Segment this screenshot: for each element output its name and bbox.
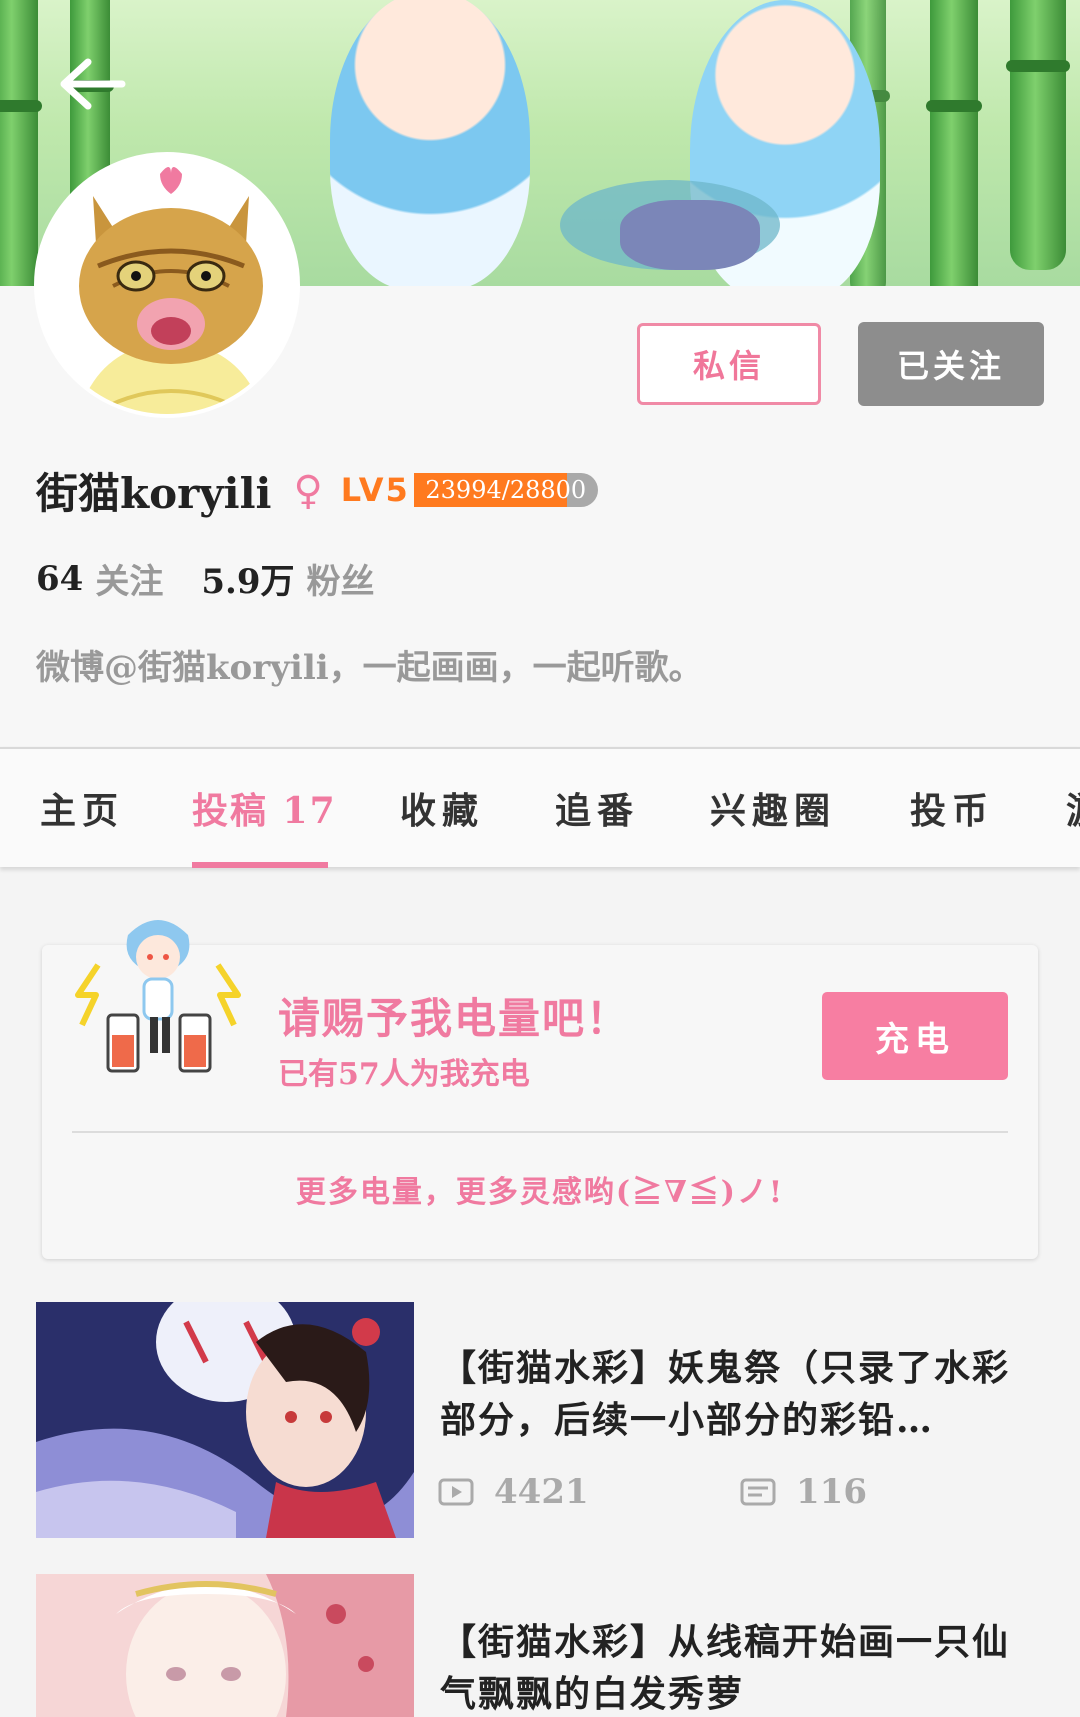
divider: [72, 1131, 1008, 1133]
danmaku-count: 116: [796, 1472, 867, 1512]
followers-label: 粉丝: [306, 562, 375, 602]
bamboo-decoration: [926, 0, 982, 286]
tab-bangumi[interactable]: 追番: [555, 749, 639, 867]
bio-text: 微博@街猫koryili，一起画画，一起听歌。: [36, 648, 703, 688]
followed-button[interactable]: 已关注: [858, 322, 1044, 406]
following-count: 64: [36, 558, 84, 599]
play-icon: [438, 1478, 474, 1506]
tab-coins[interactable]: 投币: [910, 749, 994, 867]
video-list-item[interactable]: 【街猫水彩】从线稿开始画一只仙气飘飘的白发秀萝: [36, 1574, 1046, 1717]
following-label: 关注: [95, 562, 164, 602]
banner-rocks: [620, 200, 760, 270]
tab-games[interactable]: 游: [1066, 749, 1080, 867]
charge-card: 请赐予我电量吧！ 已有57人为我充电 充电 更多电量，更多灵感哟(≧∇≦)ノ!: [42, 920, 1038, 1259]
video-thumbnail-image: [36, 1302, 414, 1538]
tab-favorites[interactable]: 收藏: [400, 749, 484, 867]
danmaku-icon: [740, 1478, 776, 1506]
tab-uploads[interactable]: 投稿 17: [192, 749, 337, 867]
following-stat[interactable]: 64 关注: [36, 554, 163, 603]
charge-title: 请赐予我电量吧！: [278, 994, 631, 1043]
charge-footer-text: 更多电量，更多灵感哟(≧∇≦)ノ!: [295, 1175, 785, 1210]
female-icon: ♀: [293, 466, 323, 514]
charge-button[interactable]: 充电: [822, 992, 1008, 1080]
tab-interest-circle[interactable]: 兴趣圈: [710, 749, 836, 867]
exp-progress-text: 23994/28800: [425, 476, 587, 504]
video-title[interactable]: 【街猫水彩】妖鬼祭（只录了水彩部分，后续一小部分的彩铅…: [440, 1342, 1040, 1446]
exp-progress-bar: 23994/28800: [413, 473, 598, 507]
play-count: 4421: [494, 1472, 589, 1512]
video-title[interactable]: 【街猫水彩】从线稿开始画一只仙气飘飘的白发秀萝: [440, 1616, 1040, 1717]
profile-tabs: 主页 投稿 17 收藏 追番 兴趣圈 投币 游: [0, 747, 1080, 868]
danmaku-stat: 116: [740, 1472, 867, 1512]
username: 街猫koryili: [36, 468, 272, 518]
video-list-item[interactable]: 【街猫水彩】妖鬼祭（只录了水彩部分，后续一小部分的彩铅… 4421 116: [36, 1302, 1046, 1538]
cat-avatar-illustration: [38, 156, 296, 414]
charge-count-text: 已有57人为我充电: [278, 1057, 530, 1092]
charge-mascot-illustration: [75, 920, 241, 1073]
tab-home[interactable]: 主页: [40, 749, 124, 867]
banner-character-left: [330, 0, 530, 286]
video-meta: 4421 116: [438, 1472, 867, 1512]
back-arrow-icon[interactable]: [56, 54, 126, 114]
message-button[interactable]: 私信: [637, 323, 821, 405]
avatar[interactable]: [34, 152, 300, 418]
followers-stat[interactable]: 5.9万 粉丝: [201, 554, 374, 603]
level-indicator: LV5 23994/28800: [341, 471, 598, 509]
followers-count: 5.9万: [201, 562, 295, 602]
bamboo-decoration: [0, 0, 42, 286]
video-thumbnail-image: [36, 1574, 414, 1717]
video-thumbnail[interactable]: [36, 1302, 414, 1538]
bamboo-decoration: [1006, 0, 1070, 270]
active-tab-indicator: [192, 862, 328, 868]
level-badge: LV5: [340, 471, 410, 509]
name-row: 街猫koryili ♀ LV5 23994/28800: [36, 460, 598, 520]
video-thumbnail[interactable]: [36, 1574, 414, 1717]
follow-stats: 64 关注 5.9万 粉丝: [36, 554, 374, 603]
